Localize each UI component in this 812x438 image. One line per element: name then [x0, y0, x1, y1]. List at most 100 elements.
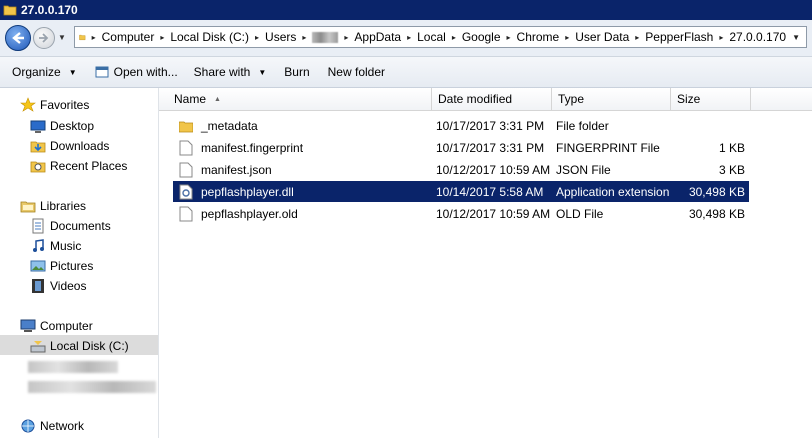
breadcrumb-local-disk[interactable]: Local Disk (C:) [170, 30, 249, 44]
folder-icon [179, 121, 193, 132]
sidebar-label: Local Disk (C:) [50, 339, 129, 353]
breadcrumb-user-data[interactable]: User Data [575, 30, 629, 44]
share-with-button[interactable]: Share with ▼ [188, 60, 273, 84]
sidebar-item-local-disk[interactable]: Local Disk (C:) [30, 336, 129, 356]
file-icon [179, 162, 193, 177]
navigation-pane: Favorites Desktop Downloads Recent Place… [0, 88, 159, 438]
column-header-size[interactable]: Size [671, 88, 751, 110]
network-globe-icon [20, 418, 36, 434]
file-name: pepflashplayer.old [201, 206, 298, 221]
sidebar-label: Music [50, 239, 82, 253]
computer-icon [20, 318, 36, 334]
file-name: _metadata [201, 118, 258, 133]
breadcrumb-separator-icon[interactable]: ▸ [344, 33, 348, 42]
type-cell: Application extension [556, 184, 670, 199]
sidebar-label: Recent Places [50, 159, 128, 173]
sidebar-item-computer[interactable]: Computer [20, 316, 93, 336]
breadcrumb-separator-icon[interactable]: ▸ [407, 33, 411, 42]
sidebar-label: Desktop [50, 119, 95, 133]
burn-button[interactable]: Burn [278, 60, 315, 84]
breadcrumb-chrome[interactable]: Chrome [517, 30, 560, 44]
organize-button[interactable]: Organize ▼ [6, 60, 83, 84]
redacted-username [312, 31, 339, 43]
breadcrumb-pepperflash[interactable]: PepperFlash [645, 30, 713, 44]
folder-icon [79, 34, 86, 41]
open-with-button[interactable]: Open with... [89, 60, 184, 84]
chevron-down-icon: ▼ [258, 67, 267, 77]
sidebar-item-network[interactable]: Network [20, 416, 84, 436]
sidebar-item-documents[interactable]: Documents [30, 216, 111, 236]
table-row[interactable]: manifest.fingerprint 10/17/2017 3:31 PM … [173, 137, 749, 158]
sidebar-item-libraries[interactable]: Libraries [20, 196, 86, 216]
sidebar-item-downloads[interactable]: Downloads [30, 136, 109, 156]
breadcrumb-computer[interactable]: Computer [102, 30, 155, 44]
breadcrumb-appdata[interactable]: AppData [354, 30, 401, 44]
file-name: manifest.fingerprint [201, 140, 304, 155]
breadcrumb-separator-icon[interactable]: ▸ [565, 33, 569, 42]
breadcrumb-separator-icon[interactable]: ▸ [255, 33, 259, 42]
navigation-bar: ▼ ▸ Computer ▸ Local Disk (C:) ▸ Users ▸ ▸ … [0, 20, 812, 57]
breadcrumb-version[interactable]: 27.0.0.170 [729, 30, 786, 44]
breadcrumb-separator-icon[interactable]: ▸ [452, 33, 456, 42]
column-header-row: Name ▲ Date modified Type Size [159, 88, 812, 111]
table-row-selected[interactable]: pepflashplayer.dll 10/14/2017 5:58 AM Ap… [173, 181, 749, 202]
breadcrumb-separator-icon[interactable]: ▸ [92, 33, 96, 42]
sidebar-label: Libraries [40, 199, 87, 213]
breadcrumb-separator-icon[interactable]: ▸ [635, 33, 639, 42]
redacted-drive-1 [28, 361, 118, 373]
date-cell: 10/17/2017 3:31 PM [436, 140, 545, 155]
file-name-cell: pepflashplayer.dll [179, 181, 429, 202]
sidebar-item-recent-places[interactable]: Recent Places [30, 156, 127, 176]
sidebar-item-music[interactable]: Music [30, 236, 81, 256]
sidebar-item-favorites[interactable]: Favorites [20, 95, 89, 115]
sort-ascending-icon: ▲ [214, 95, 221, 103]
column-header-type[interactable]: Type [552, 88, 671, 110]
column-header-name[interactable]: Name ▲ [168, 88, 432, 110]
table-row[interactable]: manifest.json 10/12/2017 10:59 AM JSON F… [173, 159, 749, 180]
address-bar[interactable]: ▸ Computer ▸ Local Disk (C:) ▸ Users ▸ ▸ Ap… [74, 26, 807, 48]
forward-button[interactable] [33, 27, 55, 49]
back-button[interactable] [5, 25, 31, 51]
column-header-date[interactable]: Date modified [432, 88, 552, 110]
music-note-icon [30, 238, 46, 254]
new-folder-button[interactable]: New folder [322, 60, 391, 84]
file-icon [179, 140, 193, 155]
dll-gear-icon [179, 184, 193, 199]
local-disk-icon [30, 338, 46, 354]
date-cell: 10/17/2017 3:31 PM [436, 118, 545, 133]
sidebar-label: Downloads [50, 139, 110, 153]
breadcrumb-users[interactable]: Users [265, 30, 296, 44]
sidebar-label: Computer [40, 319, 93, 333]
type-cell: OLD File [556, 206, 604, 221]
type-cell: FINGERPRINT File [556, 140, 660, 155]
sidebar-label: Network [40, 419, 85, 433]
documents-icon [30, 218, 46, 234]
forward-arrow-icon [39, 33, 49, 43]
breadcrumb-local[interactable]: Local [417, 30, 446, 44]
file-icon [179, 206, 193, 221]
breadcrumb-separator-icon[interactable]: ▸ [719, 33, 723, 42]
breadcrumb-google[interactable]: Google [462, 30, 501, 44]
file-name: manifest.json [201, 162, 272, 177]
table-row[interactable]: pepflashplayer.old 10/12/2017 10:59 AM O… [173, 203, 749, 224]
breadcrumb-separator-icon[interactable]: ▸ [507, 33, 511, 42]
recent-pages-dropdown-icon[interactable]: ▼ [58, 33, 66, 42]
breadcrumb-user-redacted[interactable] [312, 31, 339, 43]
breadcrumb-separator-icon[interactable]: ▸ [160, 33, 164, 42]
date-cell: 10/12/2017 10:59 AM [436, 206, 551, 221]
address-dropdown-icon[interactable]: ▼ [792, 33, 800, 42]
breadcrumb-separator-icon[interactable]: ▸ [302, 33, 306, 42]
burn-label: Burn [284, 65, 310, 79]
table-row[interactable]: _metadata 10/17/2017 3:31 PM File folder [173, 115, 749, 136]
size-cell: 1 KB [718, 140, 745, 155]
window-icon [95, 66, 109, 78]
column-label: Date modified [438, 92, 513, 106]
size-cell: 3 KB [718, 162, 745, 177]
size-cell [675, 115, 745, 136]
sidebar-item-videos[interactable]: Videos [30, 276, 86, 296]
sidebar-item-pictures[interactable]: Pictures [30, 256, 93, 276]
back-arrow-icon [12, 32, 24, 44]
sidebar-item-desktop[interactable]: Desktop [30, 116, 94, 136]
pictures-icon [30, 258, 46, 274]
type-cell: File folder [556, 118, 609, 133]
